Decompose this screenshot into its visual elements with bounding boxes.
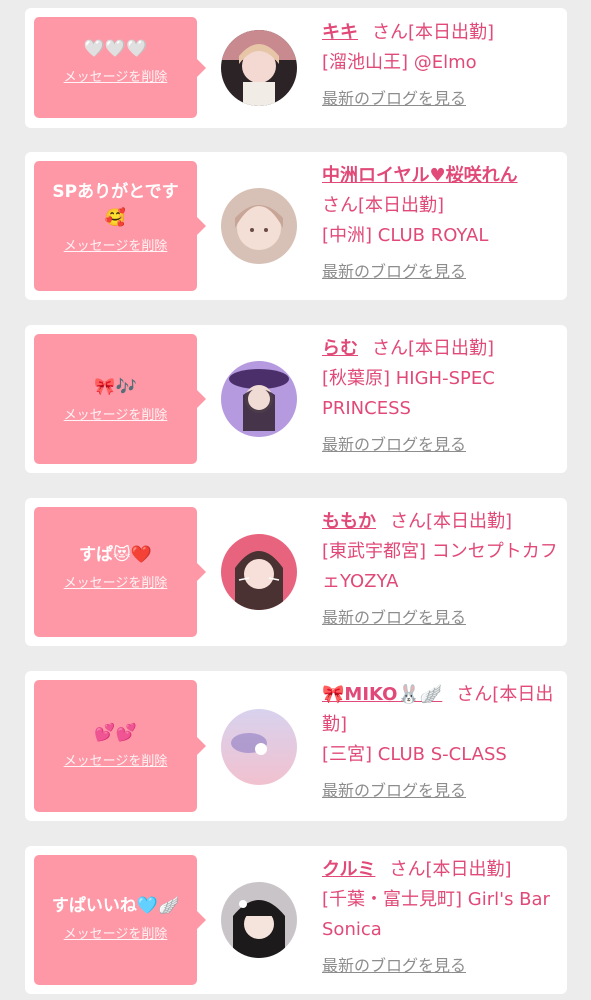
message-text: SPありがとです🥰 bbox=[52, 182, 179, 228]
shop-label: [秋葉原] HIGH-SPEC PRINCESS bbox=[322, 368, 495, 419]
profile-name-link[interactable]: 🎀MIKO🐰🪽 bbox=[322, 684, 442, 705]
delete-message-link[interactable]: メッセージを削除 bbox=[64, 572, 168, 591]
attendance-status: さん[本日出勤] bbox=[372, 338, 495, 359]
shop-label: [溜池山王] @Elmo bbox=[322, 52, 477, 73]
shop-label: [中洲] CLUB ROYAL bbox=[322, 225, 489, 246]
latest-blog-link[interactable]: 最新のブログを見る bbox=[322, 84, 466, 114]
latest-blog-link[interactable]: 最新のブログを見る bbox=[322, 776, 466, 806]
latest-blog-link[interactable]: 最新のブログを見る bbox=[322, 951, 466, 981]
attendance-status: さん[本日出勤] bbox=[389, 859, 512, 880]
message-bubble: 🤍🤍🤍 メッセージを削除 bbox=[34, 17, 206, 118]
message-card: 🎀🎶 メッセージを削除 らむ さん[本日出勤] [秋葉原] HIGH-SPEC P… bbox=[25, 325, 567, 473]
latest-blog-link[interactable]: 最新のブログを見る bbox=[322, 257, 466, 287]
message-bubble: 🎀🎶 メッセージを削除 bbox=[34, 334, 206, 464]
attendance-status: さん[本日出勤] bbox=[322, 195, 445, 216]
avatar[interactable] bbox=[221, 188, 297, 264]
message-bubble: SPありがとです🥰 メッセージを削除 bbox=[34, 161, 206, 291]
message-text: 🤍🤍🤍 bbox=[83, 39, 148, 59]
latest-blog-link[interactable]: 最新のブログを見る bbox=[322, 603, 466, 633]
latest-blog-link[interactable]: 最新のブログを見る bbox=[322, 430, 466, 460]
message-bubble: すぱいいね🩵🪽 メッセージを削除 bbox=[34, 855, 206, 985]
profile-name-link[interactable]: ももか bbox=[322, 511, 376, 532]
message-bubble: すぱ😻❤️ メッセージを削除 bbox=[34, 507, 206, 637]
avatar[interactable] bbox=[221, 534, 297, 610]
message-text: 💕💕 bbox=[94, 723, 137, 743]
message-bubble: 💕💕 メッセージを削除 bbox=[34, 680, 206, 812]
profile-name-link[interactable]: 中洲ロイヤル♥桜咲れん bbox=[322, 165, 518, 186]
profile-name-link[interactable]: クルミ bbox=[322, 859, 375, 880]
avatar[interactable] bbox=[221, 709, 297, 785]
message-card: すぱ😻❤️ メッセージを削除 ももか さん[本日出勤] [東武宇都宮] コンセプト… bbox=[25, 498, 567, 646]
avatar[interactable] bbox=[221, 361, 297, 437]
message-text: 🎀🎶 bbox=[94, 377, 137, 397]
delete-message-link[interactable]: メッセージを削除 bbox=[64, 923, 168, 942]
profile-name-link[interactable]: らむ bbox=[322, 338, 358, 359]
profile-info: 中洲ロイヤル♥桜咲れん さん[本日出勤] [中洲] CLUB ROYAL 最新の… bbox=[322, 161, 559, 287]
shop-label: [東武宇都宮] コンセプトカフェYOZYA bbox=[322, 541, 558, 592]
profile-info: 🎀MIKO🐰🪽 さん[本日出勤] [三宮] CLUB S-CLASS 最新のブログ… bbox=[322, 680, 559, 806]
shop-label: [三宮] CLUB S-CLASS bbox=[322, 744, 507, 765]
profile-info: クルミ さん[本日出勤] [千葉・富士見町] Girl's Bar Sonica … bbox=[322, 855, 559, 981]
message-card: SPありがとです🥰 メッセージを削除 中洲ロイヤル♥桜咲れん さん[本日出勤] … bbox=[25, 152, 567, 300]
avatar[interactable] bbox=[221, 882, 297, 958]
avatar[interactable] bbox=[221, 30, 297, 106]
message-card: すぱいいね🩵🪽 メッセージを削除 クルミ さん[本日出勤] [千葉・富士見町] G… bbox=[25, 846, 567, 994]
profile-info: ももか さん[本日出勤] [東武宇都宮] コンセプトカフェYOZYA 最新のブログ… bbox=[322, 507, 559, 633]
delete-message-link[interactable]: メッセージを削除 bbox=[64, 750, 168, 769]
profile-info: キキ さん[本日出勤] [溜池山王] @Elmo 最新のブログを見る bbox=[322, 18, 559, 114]
delete-message-link[interactable]: メッセージを削除 bbox=[64, 66, 168, 85]
delete-message-link[interactable]: メッセージを削除 bbox=[64, 404, 168, 423]
delete-message-link[interactable]: メッセージを削除 bbox=[64, 235, 168, 254]
message-card: 🤍🤍🤍 メッセージを削除 キキ さん[本日出勤] [溜池山王] @Elmo 最新の… bbox=[25, 8, 567, 128]
message-text: すぱ😻❤️ bbox=[79, 545, 152, 565]
message-text: すぱいいね🩵🪽 bbox=[51, 896, 180, 916]
profile-name-link[interactable]: キキ bbox=[322, 22, 358, 43]
attendance-status: さん[本日出勤] bbox=[372, 22, 495, 43]
attendance-status: さん[本日出勤] bbox=[390, 511, 513, 532]
message-card: 💕💕 メッセージを削除 🎀MIKO🐰🪽 さん[本日出勤] [三宮] CLUB S-… bbox=[25, 671, 567, 821]
shop-label: [千葉・富士見町] Girl's Bar Sonica bbox=[322, 889, 550, 940]
profile-info: らむ さん[本日出勤] [秋葉原] HIGH-SPEC PRINCESS 最新のブ… bbox=[322, 334, 559, 460]
